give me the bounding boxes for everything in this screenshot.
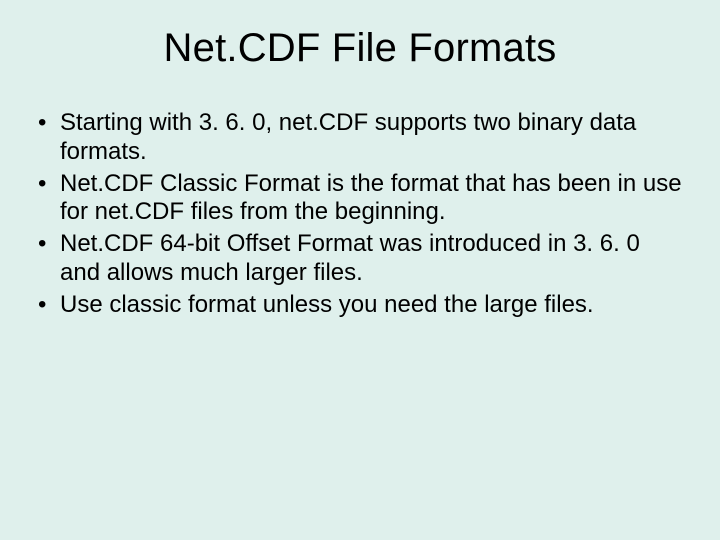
bullet-list: Starting with 3. 6. 0, net.CDF supports … xyxy=(34,109,686,320)
list-item: Use classic format unless you need the l… xyxy=(34,291,686,320)
slide-title: Net.CDF File Formats xyxy=(0,0,720,81)
list-item: Starting with 3. 6. 0, net.CDF supports … xyxy=(34,109,686,167)
list-item: Net.CDF 64-bit Offset Format was introdu… xyxy=(34,230,686,288)
slide-body: Starting with 3. 6. 0, net.CDF supports … xyxy=(0,81,720,320)
list-item: Net.CDF Classic Format is the format tha… xyxy=(34,170,686,228)
slide: Net.CDF File Formats Starting with 3. 6.… xyxy=(0,0,720,540)
bullet-text: Use classic format unless you need the l… xyxy=(60,291,594,318)
bullet-text: Net.CDF 64-bit Offset Format was introdu… xyxy=(60,230,640,286)
bullet-text: Net.CDF Classic Format is the format tha… xyxy=(60,170,682,226)
bullet-text: Starting with 3. 6. 0, net.CDF supports … xyxy=(60,109,636,165)
